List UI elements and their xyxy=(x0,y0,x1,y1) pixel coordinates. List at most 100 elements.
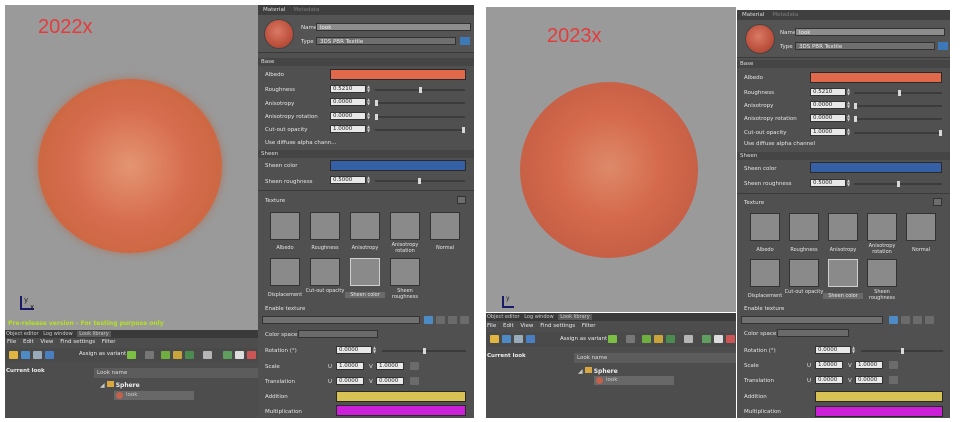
look-name-header[interactable]: Look name xyxy=(574,353,736,363)
material-icon-1[interactable] xyxy=(161,351,170,359)
list-icon[interactable] xyxy=(33,351,42,359)
search-icon[interactable] xyxy=(626,335,635,343)
addition-color-swatch[interactable] xyxy=(815,391,943,402)
color-space-select[interactable] xyxy=(298,330,378,338)
type-select[interactable]: 3DS PBR Textile xyxy=(795,42,935,50)
texture-slot-roughness[interactable] xyxy=(789,213,819,241)
texture-slot-anisotropy[interactable] xyxy=(350,212,380,240)
rotation-input[interactable]: 0.0000 xyxy=(815,346,851,354)
tab-look-library[interactable]: Look library xyxy=(558,314,592,320)
refresh-icon[interactable] xyxy=(436,316,445,324)
material-icon-3[interactable] xyxy=(185,351,194,359)
grid-icon[interactable] xyxy=(684,335,693,343)
look-name-header[interactable]: Look name xyxy=(94,368,258,378)
anisotropy-rotation-slider[interactable] xyxy=(375,114,465,120)
diffuse-alpha-checkbox[interactable]: Use diffuse alpha chann... xyxy=(265,140,336,146)
type-action-icon[interactable] xyxy=(938,42,948,50)
variant-icon[interactable] xyxy=(608,335,617,343)
texture-slot-sheen-roughness[interactable] xyxy=(390,258,420,286)
material-icon-3[interactable] xyxy=(666,335,675,343)
texture-slot-sheen-color[interactable] xyxy=(828,259,858,287)
cutout-input[interactable]: 1.0000 xyxy=(810,128,846,136)
new-look-icon[interactable] xyxy=(490,335,499,343)
texture-slot-sheen-roughness[interactable] xyxy=(867,259,897,287)
folder-icon[interactable] xyxy=(424,316,433,324)
menu-filter[interactable]: Filter xyxy=(102,339,116,345)
scale-v-input[interactable]: 1.0000 xyxy=(855,361,883,369)
link-icon[interactable] xyxy=(460,316,469,324)
anisotropy-slider[interactable] xyxy=(375,100,465,106)
texture-slot-cutout[interactable] xyxy=(789,259,819,287)
texture-slot-anisotropy-rotation[interactable] xyxy=(390,212,420,240)
texture-slot-albedo[interactable] xyxy=(750,213,780,241)
menu-filter[interactable]: Filter xyxy=(582,323,596,329)
rotation-slider[interactable] xyxy=(861,348,943,354)
texture-slot-anisotropy-rotation[interactable] xyxy=(867,213,897,241)
menu-edit[interactable]: Edit xyxy=(503,323,514,329)
translation-u-input[interactable]: 0.0000 xyxy=(815,376,843,384)
tree-item-look[interactable]: look xyxy=(594,376,674,385)
anisotropy-rotation-input[interactable]: 0.0000 xyxy=(330,112,366,120)
name-field[interactable]: look xyxy=(316,23,471,31)
save-icon[interactable] xyxy=(45,351,54,359)
settings-icon[interactable] xyxy=(223,351,232,359)
sheen-roughness-input[interactable]: 0.5000 xyxy=(810,179,846,187)
info-icon[interactable] xyxy=(714,335,723,343)
albedo-color-swatch[interactable] xyxy=(330,69,466,80)
tree-item-sphere[interactable]: ◢ Sphere xyxy=(578,367,618,375)
settings-icon[interactable] xyxy=(702,335,711,343)
tab-object-editor[interactable]: Object editor xyxy=(487,314,520,320)
sheen-roughness-slider[interactable] xyxy=(375,178,465,184)
translation-v-input[interactable]: 0.0000 xyxy=(855,376,883,384)
link-icon[interactable] xyxy=(925,316,934,324)
material-icon-1[interactable] xyxy=(642,335,651,343)
multiplication-color-swatch[interactable] xyxy=(815,406,943,417)
material-icon-2[interactable] xyxy=(654,335,663,343)
open-icon[interactable] xyxy=(502,335,511,343)
folder-icon[interactable] xyxy=(889,316,898,324)
tab-log-window[interactable]: Log window xyxy=(524,314,554,320)
color-space-select[interactable] xyxy=(777,329,849,337)
assign-as-variant-button[interactable]: Assign as variant xyxy=(79,351,126,357)
texture-slot-sheen-color[interactable] xyxy=(350,258,380,286)
material-icon-2[interactable] xyxy=(173,351,182,359)
enable-texture-checkbox[interactable]: Enable texture xyxy=(265,306,305,312)
tab-look-library[interactable]: Look library xyxy=(77,331,111,337)
anisotropy-rotation-input[interactable]: 0.0000 xyxy=(810,114,846,122)
texture-slot-roughness[interactable] xyxy=(310,212,340,240)
cutout-slider[interactable] xyxy=(375,127,465,133)
name-field[interactable]: look xyxy=(795,28,945,36)
info-icon[interactable] xyxy=(235,351,244,359)
grid-icon[interactable] xyxy=(203,351,212,359)
refresh-icon[interactable] xyxy=(901,316,910,324)
texture-slot-normal[interactable] xyxy=(430,212,460,240)
assign-as-variant-button[interactable]: Assign as variant xyxy=(560,336,607,342)
sheen-roughness-input[interactable]: 0.5000 xyxy=(330,176,366,184)
diffuse-alpha-checkbox[interactable]: Use diffuse alpha channel xyxy=(744,141,815,147)
search-icon[interactable] xyxy=(145,351,154,359)
anisotropy-input[interactable]: 0.0000 xyxy=(810,101,846,109)
tab-metadata[interactable]: Metadata xyxy=(769,10,801,20)
texture-slot-displacement[interactable] xyxy=(750,259,780,287)
clear-icon[interactable] xyxy=(913,316,922,324)
texture-options-icon[interactable] xyxy=(933,198,942,206)
albedo-color-swatch[interactable] xyxy=(810,72,942,83)
tab-log-window[interactable]: Log window xyxy=(43,331,73,337)
texture-slot-anisotropy[interactable] xyxy=(828,213,858,241)
tab-object-editor[interactable]: Object editor xyxy=(6,331,39,337)
scale-link-icon[interactable] xyxy=(889,361,898,369)
sheen-color-swatch[interactable] xyxy=(330,160,466,171)
roughness-input[interactable]: 0.5210 xyxy=(810,88,846,96)
scale-v-input[interactable]: 1.0000 xyxy=(376,362,404,370)
menu-edit[interactable]: Edit xyxy=(23,339,34,345)
type-select[interactable]: 3DS PBR Textile xyxy=(316,37,456,45)
roughness-input[interactable]: 0.5210 xyxy=(330,85,366,93)
cutout-slider[interactable] xyxy=(854,130,942,136)
menu-file[interactable]: File xyxy=(7,339,16,345)
tab-material[interactable]: Material xyxy=(260,5,288,15)
texture-slot-displacement[interactable] xyxy=(270,258,300,286)
texture-path-field[interactable] xyxy=(262,316,420,324)
menu-find-settings[interactable]: Find settings xyxy=(540,323,575,329)
enable-texture-checkbox[interactable]: Enable texture xyxy=(744,306,784,312)
tab-metadata[interactable]: Metadata xyxy=(290,5,322,15)
